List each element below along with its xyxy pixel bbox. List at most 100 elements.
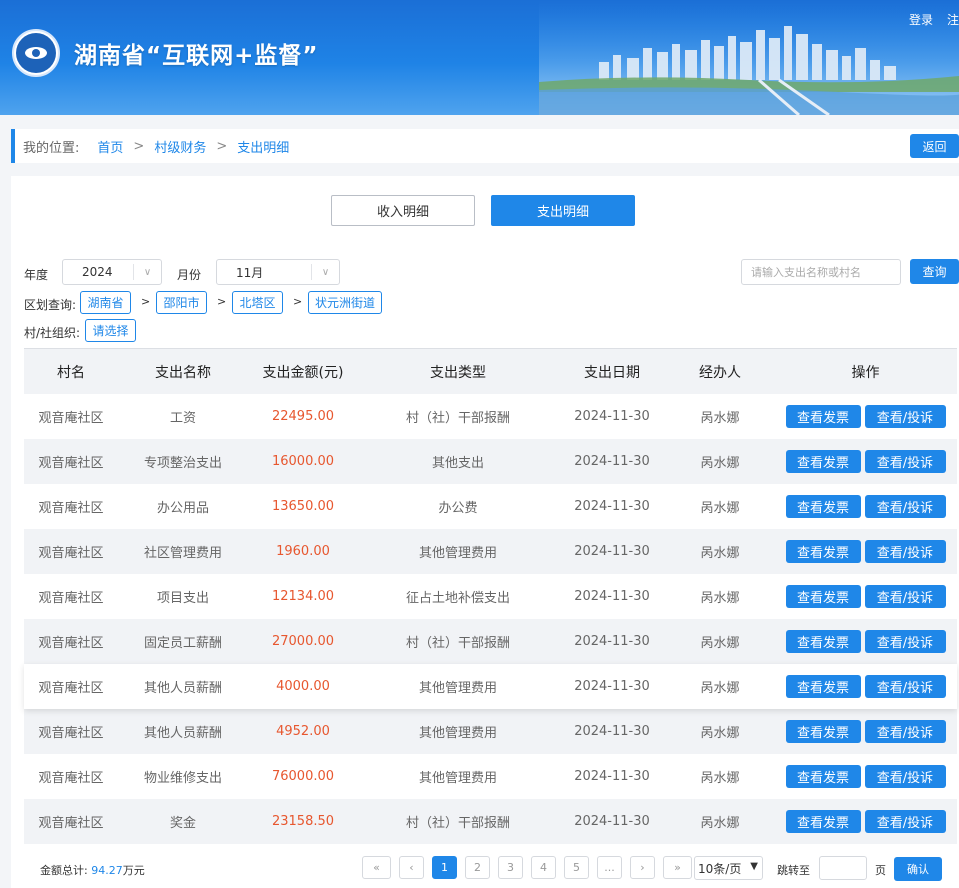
page-size-select[interactable]: 10条/页 ▼ <box>694 856 763 880</box>
table-row: 观音庵社区 社区管理费用 1960.00 其他管理费用 2024-11-30 呙水娜 查看发… <box>24 529 957 574</box>
cell-type: 其他管理费用 <box>418 726 497 741</box>
view-invoice-button[interactable]: 查看发票 <box>785 765 861 788</box>
total-value: 94.27 <box>91 864 123 877</box>
first-page-button[interactable]: « <box>362 856 391 879</box>
region-tag-district[interactable]: 北塔区 <box>232 291 283 314</box>
cell-actions: 查看发票 查看/投诉 <box>774 675 957 698</box>
page-3-button[interactable]: 3 <box>498 856 523 879</box>
header-date: 支出日期 <box>584 364 640 381</box>
view-complaint-button[interactable]: 查看/投诉 <box>864 450 946 473</box>
cell-amount: 12134.00 <box>271 589 335 604</box>
view-invoice-button[interactable]: 查看发票 <box>785 675 861 698</box>
view-complaint-button[interactable]: 查看/投诉 <box>864 765 946 788</box>
view-invoice-button[interactable]: 查看发票 <box>785 405 861 428</box>
table-row: 观音庵社区 固定员工薪酬 27000.00 村（社）干部报酬 2024-11-30 呙水娜… <box>24 619 957 664</box>
header-handler: 经办人 <box>699 364 741 381</box>
cell-handler: 呙水娜 <box>700 546 740 561</box>
view-complaint-button[interactable]: 查看/投诉 <box>864 405 946 428</box>
cell-actions: 查看发票 查看/投诉 <box>774 810 957 833</box>
view-complaint-button[interactable]: 查看/投诉 <box>864 810 946 833</box>
view-invoice-button[interactable]: 查看发票 <box>785 720 861 743</box>
view-invoice-button[interactable]: 查看发票 <box>785 810 861 833</box>
year-select[interactable]: 2024 ∨ <box>62 259 162 285</box>
cell-type: 其他管理费用 <box>418 546 497 561</box>
view-invoice-button[interactable]: 查看发票 <box>785 630 861 653</box>
prev-page-button[interactable]: ‹ <box>399 856 424 879</box>
region-tag-city[interactable]: 邵阳市 <box>156 291 207 314</box>
cell-type: 征占土地补偿支出 <box>405 591 510 606</box>
cell-village: 观音庵社区 <box>38 501 104 516</box>
cell-amount: 4952.00 <box>276 724 330 739</box>
region-tag-street[interactable]: 状元洲街道 <box>308 291 382 314</box>
tab-income-detail[interactable]: 收入明细 <box>331 195 475 226</box>
next-page-button[interactable]: › <box>630 856 655 879</box>
cell-handler: 呙水娜 <box>700 411 740 426</box>
cell-actions: 查看发票 查看/投诉 <box>774 405 957 428</box>
view-invoice-button[interactable]: 查看发票 <box>785 495 861 518</box>
cell-amount: 23158.50 <box>271 814 335 829</box>
cell-village: 观音庵社区 <box>38 726 104 741</box>
view-complaint-button[interactable]: 查看/投诉 <box>864 630 946 653</box>
site-title: 湖南省“互联网+监督” <box>74 43 319 69</box>
year-value: 2024 <box>82 265 113 279</box>
pagination: « ‹ 1 2 3 4 5 ... › » <box>362 856 692 879</box>
cell-expense-name: 办公用品 <box>156 501 209 516</box>
cell-date: 2024-11-30 <box>574 409 650 424</box>
cell-handler: 呙水娜 <box>700 681 740 696</box>
view-invoice-button[interactable]: 查看发票 <box>785 540 861 563</box>
breadcrumb-expense-detail[interactable]: 支出明细 <box>237 137 289 156</box>
view-complaint-button[interactable]: 查看/投诉 <box>864 720 946 743</box>
breadcrumb-home[interactable]: 首页 <box>97 137 123 156</box>
cell-date: 2024-11-30 <box>574 724 650 739</box>
chevron-down-icon: ∨ <box>133 264 161 280</box>
page-5-button[interactable]: 5 <box>564 856 589 879</box>
cell-type: 其他管理费用 <box>418 681 497 696</box>
view-invoice-button[interactable]: 查看发票 <box>785 585 861 608</box>
view-complaint-button[interactable]: 查看/投诉 <box>864 540 946 563</box>
back-button[interactable]: 返回 <box>910 134 959 158</box>
breadcrumb-separator: > <box>133 138 145 154</box>
last-page-button[interactable]: » <box>663 856 692 879</box>
cell-type: 其他支出 <box>431 456 484 471</box>
register-link[interactable]: 注 <box>947 11 959 28</box>
cell-handler: 呙水娜 <box>700 456 740 471</box>
cell-handler: 呙水娜 <box>700 501 740 516</box>
tab-expense-detail[interactable]: 支出明细 <box>491 195 635 226</box>
view-complaint-button[interactable]: 查看/投诉 <box>864 495 946 518</box>
view-invoice-button[interactable]: 查看发票 <box>785 450 861 473</box>
cell-handler: 呙水娜 <box>700 771 740 786</box>
cell-expense-name: 工资 <box>169 411 196 426</box>
region-separator: > <box>217 295 227 308</box>
table-row: 观音庵社区 办公用品 13650.00 办公费 2024-11-30 呙水娜 查看发票 查看/… <box>24 484 957 529</box>
confirm-button[interactable]: 确认 <box>894 857 942 881</box>
view-complaint-button[interactable]: 查看/投诉 <box>864 675 946 698</box>
cell-date: 2024-11-30 <box>574 814 650 829</box>
cell-amount: 16000.00 <box>271 454 335 469</box>
site-logo <box>12 29 60 77</box>
cell-actions: 查看发票 查看/投诉 <box>774 540 957 563</box>
jump-page-input[interactable] <box>819 856 867 880</box>
month-value: 11月 <box>236 265 264 280</box>
search-input[interactable]: 请输入支出名称或村名 <box>741 259 901 285</box>
cell-village: 观音庵社区 <box>38 771 104 786</box>
cell-expense-name: 专项整治支出 <box>143 456 222 471</box>
village-label: 村/社组织: <box>24 326 81 340</box>
cell-date: 2024-11-30 <box>574 544 650 559</box>
page-4-button[interactable]: 4 <box>531 856 556 879</box>
page-1-button[interactable]: 1 <box>432 856 457 879</box>
region-tag-province[interactable]: 湖南省 <box>80 291 131 314</box>
breadcrumb-village-finance[interactable]: 村级财务 <box>154 137 206 156</box>
region-separator: > <box>141 295 151 308</box>
page-2-button[interactable]: 2 <box>465 856 490 879</box>
view-complaint-button[interactable]: 查看/投诉 <box>864 585 946 608</box>
login-link[interactable]: 登录 <box>909 11 933 28</box>
cell-handler: 呙水娜 <box>700 726 740 741</box>
village-select-button[interactable]: 请选择 <box>85 319 136 342</box>
query-button[interactable]: 查询 <box>910 259 959 284</box>
table-row: 观音庵社区 其他人员薪酬 4000.00 其他管理费用 2024-11-30 呙水娜 查看发… <box>24 664 957 709</box>
jump-unit: 页 <box>875 864 886 877</box>
header-type: 支出类型 <box>430 364 486 381</box>
page-ellipsis[interactable]: ... <box>597 856 622 879</box>
month-select[interactable]: 11月 ∨ <box>216 259 340 285</box>
cell-expense-name: 固定员工薪酬 <box>143 636 222 651</box>
